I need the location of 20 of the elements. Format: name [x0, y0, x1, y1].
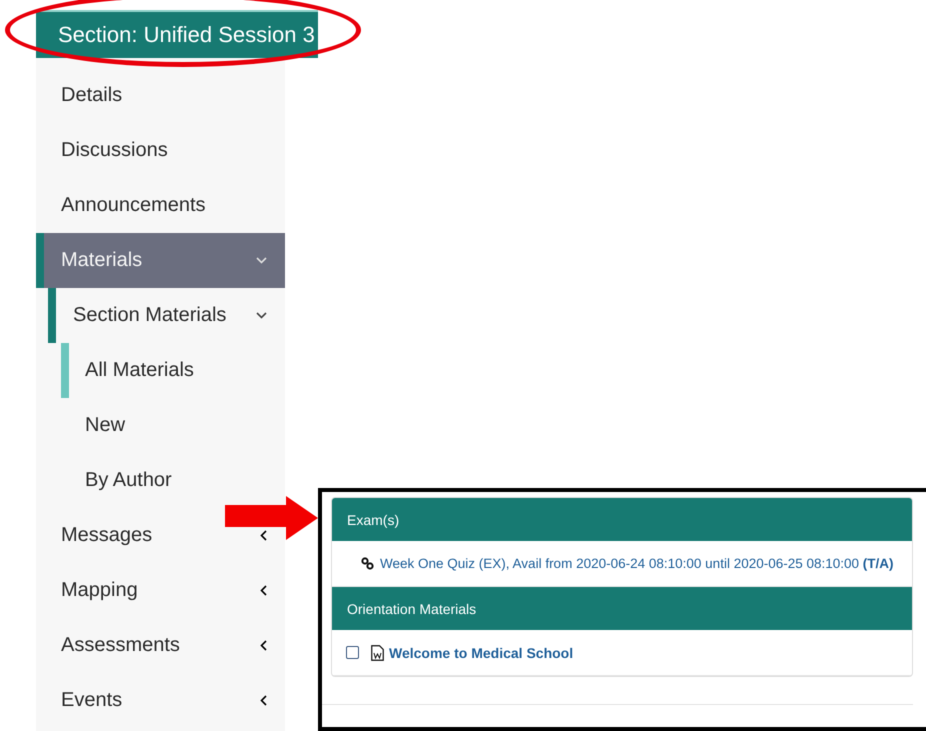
nav-item[interactable]: New [85, 414, 126, 437]
nav-item[interactable]: All Materials [36, 343, 285, 398]
nav-item[interactable]: Announcements [61, 194, 206, 217]
nav-item[interactable]: By Author [85, 469, 172, 492]
section-title: Orientation Materials [347, 600, 476, 616]
section-header: Section: Unified Session 3 [36, 10, 318, 58]
chain-link-icon [361, 557, 374, 570]
section-title: Exam(s) [347, 512, 400, 528]
nav-item[interactable]: Assessments [61, 634, 180, 657]
nav-item[interactable]: Messages [61, 524, 152, 547]
nav-item[interactable]: Details [61, 84, 122, 107]
checkbox[interactable] [346, 646, 359, 659]
document-link[interactable]: Welcome to Medical School [389, 644, 574, 660]
nav-item[interactable]: Discussions [61, 139, 168, 162]
nav-item[interactable]: Section Materials [36, 288, 285, 343]
nav-item[interactable]: Mapping [61, 579, 138, 602]
nav-item[interactable]: Materials [36, 233, 285, 288]
nav-item[interactable]: Events [61, 689, 122, 712]
quiz-link[interactable]: Week One Quiz (EX), Avail from 2020-06-24 08:10:00 until 2020-06-25 08:10:00 (T/A) [380, 556, 894, 571]
document-icon [371, 644, 384, 660]
